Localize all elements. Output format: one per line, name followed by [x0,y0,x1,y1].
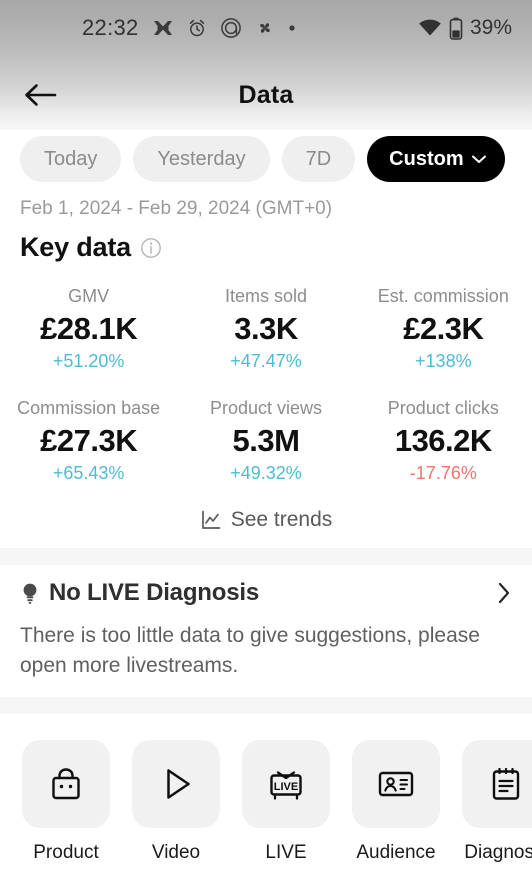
info-circle-icon[interactable] [140,237,162,259]
shortcut-live-label: LIVE [265,842,307,863]
metric-delta: +138% [415,351,472,371]
back-button[interactable] [18,73,62,117]
metric-delta: +47.47% [230,351,302,371]
chevron-down-icon [471,153,487,165]
live-diagnosis-header: No LIVE Diagnosis [20,579,512,607]
id-card-icon [375,763,417,805]
metric-delta: +51.20% [52,351,125,371]
metric-product-views: Product views 5.3M +49.32% [177,398,354,484]
live-diagnosis-card[interactable]: No LIVE Diagnosis There is too little da… [0,565,532,681]
metric-label: GMV [68,286,110,306]
app-header: Data [0,62,532,128]
metric-label: Commission base [17,398,161,418]
metric-label: Est. commission [377,286,509,306]
metric-label: Product clicks [387,398,499,418]
live-diagnosis-title: No LIVE Diagnosis [49,579,259,606]
pinwheel-icon [255,18,275,38]
key-data-heading: Key data [20,232,162,263]
metric-value: £27.3K [40,423,138,458]
metric-value: 3.3K [234,311,298,346]
shortcut-video-label: Video [151,842,201,863]
metric-value: 136.2K [394,423,492,458]
metric-label: Items sold [224,286,307,306]
see-trends-button[interactable]: See trends [0,508,532,532]
shortcut-audience-tile [352,740,440,828]
date-range-label: Feb 1, 2024 - Feb 29, 2024 (GMT+0) [20,198,333,219]
filter-chip-7d[interactable]: 7D [281,136,356,182]
section-divider-bottom [0,697,532,714]
wifi-icon [418,18,442,38]
shortcut-diagnosis-label: Diagnosis [464,842,532,863]
filter-chip-today[interactable]: Today [20,136,122,182]
live-tv-icon: LIVE [265,763,307,805]
shortcut-diagnosis-tile [462,740,532,828]
filter-chip-yesterday[interactable]: Yesterday [133,136,270,182]
live-diagnosis-description: There is too little data to give suggest… [20,624,480,677]
back-arrow-icon [23,82,57,108]
metric-value: 5.3M [232,423,300,458]
filter-chip-custom-label: Custom [389,147,464,170]
trend-chart-icon [200,509,222,531]
alarm-clock-icon [187,18,207,38]
date-filter-chips: Today Yesterday 7D Custom [0,136,532,182]
shortcut-row: Product Video LIVE LIVE Audience Diagnos [0,740,532,864]
shortcut-diagnosis[interactable]: Diagnosis [462,740,532,864]
metric-delta: +49.32% [230,463,302,483]
key-data-metrics-grid: GMV £28.1K +51.20% Items sold 3.3K +47.4… [0,286,532,484]
shortcut-audience-label: Audience [356,842,436,863]
status-bar: 22:32 39% [0,0,532,56]
metric-commission-base: Commission base £27.3K +65.43% [0,398,177,484]
filter-chip-7d-label: 7D [305,147,332,170]
chevron-right-icon[interactable] [496,580,512,606]
page-title: Data [238,80,294,109]
shortcut-product-tile [22,740,110,828]
shortcut-live-tile: LIVE [242,740,330,828]
key-data-title: Key data [20,232,131,262]
shortcut-audience[interactable]: Audience [352,740,440,864]
metric-items-sold: Items sold 3.3K +47.47% [177,286,354,372]
shortcut-video[interactable]: Video [132,740,220,864]
shopping-bag-icon [46,764,86,804]
filter-chip-yesterday-label: Yesterday [157,147,246,170]
filter-chip-today-label: Today [44,147,98,170]
clipboard-icon [486,764,526,804]
svg-text:LIVE: LIVE [274,781,298,793]
dot-icon [288,24,296,32]
metric-gmv: GMV £28.1K +51.20% [0,286,177,372]
status-bar-right: 39% [418,16,512,40]
status-bar-clock: 22:32 [82,15,139,40]
shortcut-product-label: Product [33,842,99,863]
halifax-logo-icon [152,17,174,39]
app-screen: 22:32 39% Data Today Yesterday 7D Custom… [0,0,532,887]
shortcut-product[interactable]: Product [22,740,110,864]
monzo-logo-icon [220,17,242,39]
filter-chip-custom[interactable]: Custom [367,136,505,182]
metric-value: £2.3K [403,311,484,346]
metric-est-commission: Est. commission £2.3K +138% [355,286,532,372]
section-divider-top [0,548,532,565]
status-bar-left: 22:32 [82,15,296,41]
metric-value: £28.1K [40,311,138,346]
metric-delta: -17.76% [409,463,477,483]
battery-icon [449,17,463,40]
see-trends-label: See trends [230,508,333,531]
play-triangle-icon [156,764,196,804]
battery-percentage: 39% [469,16,512,39]
metric-delta: +65.43% [52,463,125,483]
lightbulb-icon [20,581,40,605]
metric-product-clicks: Product clicks 136.2K -17.76% [355,398,532,484]
shortcut-live[interactable]: LIVE LIVE [242,740,330,864]
shortcut-video-tile [132,740,220,828]
metric-label: Product views [209,398,323,418]
